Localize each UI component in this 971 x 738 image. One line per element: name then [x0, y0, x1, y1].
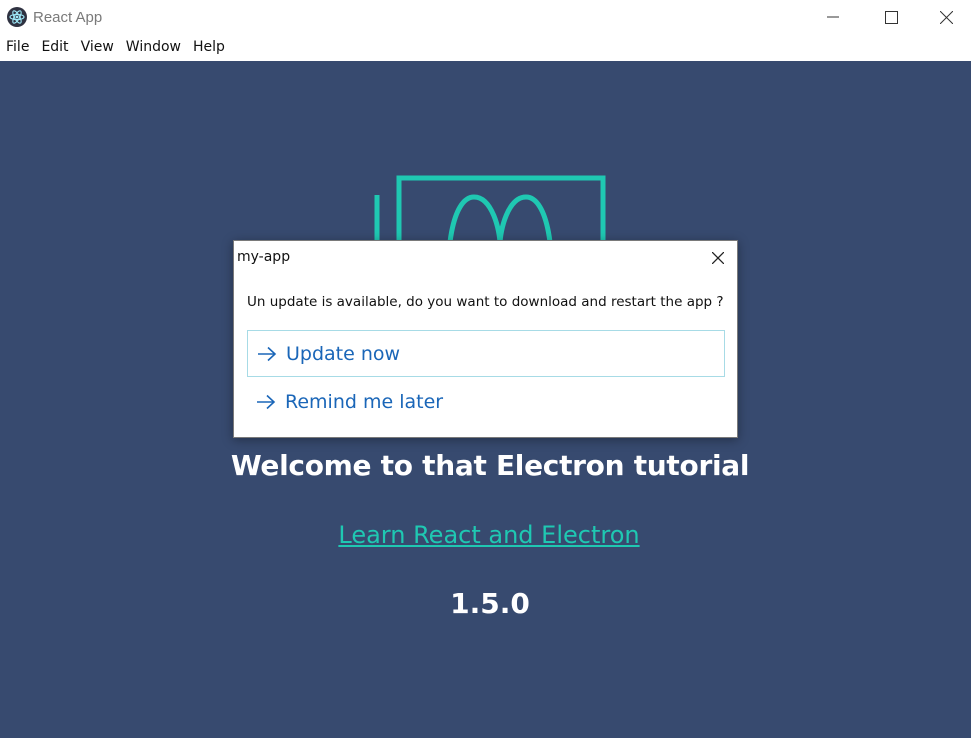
- window-title: React App: [33, 9, 103, 26]
- maximize-button[interactable]: [862, 0, 920, 34]
- menu-edit[interactable]: Edit: [35, 34, 74, 61]
- remind-later-label: Remind me later: [285, 390, 444, 413]
- dialog-close-button[interactable]: [707, 247, 729, 269]
- arrow-right-icon: [257, 394, 276, 409]
- minimize-button[interactable]: [804, 0, 862, 34]
- electron-icon: [7, 7, 27, 27]
- close-icon: [939, 10, 953, 24]
- version-label: 1.5.0: [450, 587, 530, 620]
- dialog-title: my-app: [237, 249, 291, 265]
- menu-window[interactable]: Window: [120, 34, 187, 61]
- remind-later-button[interactable]: Remind me later: [247, 378, 725, 425]
- menu-bar: File Edit View Window Help: [0, 34, 971, 61]
- close-icon: [712, 252, 724, 264]
- menu-view[interactable]: View: [75, 34, 120, 61]
- maximize-icon: [884, 10, 898, 24]
- arrow-right-icon: [258, 346, 277, 361]
- title-bar: React App: [0, 0, 971, 34]
- learn-link[interactable]: Learn React and Electron: [0, 521, 971, 549]
- welcome-heading: Welcome to that Electron tutorial: [230, 449, 750, 482]
- update-dialog: my-app Un update is available, do you wa…: [233, 240, 738, 438]
- dialog-message: Un update is available, do you want to d…: [247, 294, 724, 310]
- update-now-button[interactable]: Update now: [247, 330, 725, 377]
- close-window-button[interactable]: [921, 0, 971, 34]
- update-now-label: Update now: [286, 342, 401, 365]
- minimize-icon: [827, 16, 839, 18]
- menu-file[interactable]: File: [0, 34, 35, 61]
- menu-help[interactable]: Help: [187, 34, 231, 61]
